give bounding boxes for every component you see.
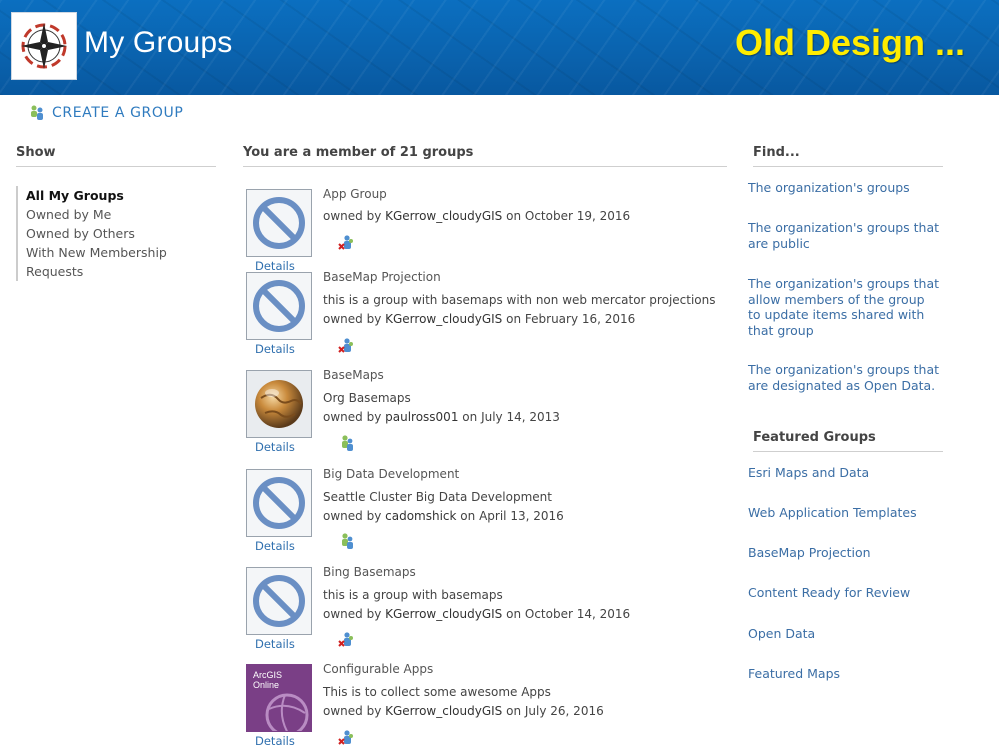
featured-heading: Featured Groups	[753, 430, 943, 452]
group-thumbnail[interactable]	[246, 189, 312, 257]
group-thumbnail[interactable]	[246, 567, 312, 635]
group-date: July 14, 2013	[481, 410, 560, 424]
find-link-public-groups[interactable]: The organization's groups that are publi…	[748, 220, 940, 251]
featured-link-basemap-projection[interactable]: BaseMap Projection	[748, 545, 940, 561]
featured-link-open-data[interactable]: Open Data	[748, 626, 940, 642]
group-owner-line: owned by paulross001 on July 14, 2013	[323, 410, 560, 424]
details-link[interactable]: Details	[255, 259, 295, 273]
group-description: This is to collect some awesome Apps	[323, 685, 551, 699]
app-logo[interactable]	[11, 12, 77, 80]
group-owner: cadomshick	[385, 509, 457, 523]
group-owner: KGerrow_cloudyGIS	[385, 312, 503, 326]
compass-rose-icon	[21, 23, 67, 69]
show-heading: Show	[16, 145, 216, 167]
details-link[interactable]: Details	[255, 637, 295, 651]
no-thumbnail-icon	[253, 197, 305, 249]
group-thumbnail[interactable]	[246, 370, 312, 438]
app-header: My Groups Old Design ...	[0, 0, 999, 95]
details-link[interactable]: Details	[255, 342, 295, 356]
details-link[interactable]: Details	[255, 734, 295, 748]
show-filter-nav: All My Groups Owned by Me Owned by Other…	[16, 186, 208, 281]
arcgis-online-icon: ArcGIS Online	[247, 665, 311, 731]
group-description: this is a group with basemaps with non w…	[323, 293, 716, 307]
group-name[interactable]: Configurable Apps	[323, 662, 433, 676]
members-icon[interactable]	[338, 434, 356, 452]
no-thumbnail-icon	[253, 575, 305, 627]
group-owner-line: owned by KGerrow_cloudyGIS on July 26, 2…	[323, 704, 604, 718]
group-owner: KGerrow_cloudyGIS	[385, 209, 503, 223]
group-date: February 16, 2016	[524, 312, 636, 326]
nav-all-my-groups[interactable]: All My Groups	[18, 186, 208, 205]
leave-group-icon[interactable]	[338, 729, 356, 747]
no-thumbnail-icon	[253, 477, 305, 529]
leave-group-icon[interactable]	[338, 337, 356, 355]
group-name[interactable]: BaseMap Projection	[323, 270, 441, 284]
group-description: this is a group with basemaps	[323, 588, 503, 602]
featured-link-web-app-templates[interactable]: Web Application Templates	[748, 505, 940, 521]
group-date: April 13, 2016	[479, 509, 564, 523]
group-name[interactable]: App Group	[323, 187, 387, 201]
no-thumbnail-icon	[253, 280, 305, 332]
design-label: Old Design ...	[734, 22, 965, 63]
group-thumbnail[interactable]	[246, 469, 312, 537]
nav-owned-by-me[interactable]: Owned by Me	[18, 205, 208, 224]
group-name[interactable]: BaseMaps	[323, 368, 384, 382]
group-date: July 26, 2016	[524, 704, 604, 718]
group-owner: KGerrow_cloudyGIS	[385, 607, 503, 621]
nav-owned-by-others[interactable]: Owned by Others	[18, 224, 208, 243]
nav-new-membership-requests[interactable]: With New Membership Requests	[18, 243, 176, 281]
details-link[interactable]: Details	[255, 539, 295, 553]
group-owner: KGerrow_cloudyGIS	[385, 704, 503, 718]
create-group-label: CREATE A GROUP	[52, 105, 184, 121]
group-date: October 19, 2016	[524, 209, 631, 223]
group-thumbnail[interactable]	[246, 272, 312, 340]
details-link[interactable]: Details	[255, 440, 295, 454]
create-group-button[interactable]: CREATE A GROUP	[28, 102, 183, 124]
group-description: Org Basemaps	[323, 391, 411, 405]
leave-group-icon[interactable]	[338, 631, 356, 649]
group-date: October 14, 2016	[524, 607, 631, 621]
group-owner-line: owned by cadomshick on April 13, 2016	[323, 509, 564, 523]
group-owner-line: owned by KGerrow_cloudyGIS on February 1…	[323, 312, 636, 326]
find-link-shared-update-groups[interactable]: The organization's groups that allow mem…	[748, 276, 940, 338]
members-icon[interactable]	[338, 532, 356, 550]
leave-group-icon[interactable]	[338, 234, 356, 252]
group-description: Seattle Cluster Big Data Development	[323, 490, 552, 504]
featured-link-content-ready[interactable]: Content Ready for Review	[748, 585, 940, 601]
group-name[interactable]: Big Data Development	[323, 467, 459, 481]
arcgis-thumb-line2: Online	[253, 680, 279, 690]
group-owner: paulross001	[385, 410, 459, 424]
find-link-open-data-groups[interactable]: The organization's groups that are desig…	[748, 362, 940, 393]
group-thumbnail[interactable]: ArcGIS Online	[246, 664, 312, 732]
group-owner-line: owned by KGerrow_cloudyGIS on October 19…	[323, 209, 631, 223]
group-people-icon	[31, 105, 43, 120]
groups-heading: You are a member of 21 groups	[243, 145, 727, 167]
group-owner-line: owned by KGerrow_cloudyGIS on October 14…	[323, 607, 631, 621]
featured-link-featured-maps[interactable]: Featured Maps	[748, 666, 940, 682]
find-link-org-groups[interactable]: The organization's groups	[748, 180, 940, 196]
arcgis-thumb-line1: ArcGIS	[253, 670, 282, 680]
group-name[interactable]: Bing Basemaps	[323, 565, 416, 579]
featured-link-esri-maps[interactable]: Esri Maps and Data	[748, 465, 940, 481]
globe-icon	[247, 371, 311, 437]
find-heading: Find...	[753, 145, 943, 167]
page-title: My Groups	[84, 26, 233, 59]
